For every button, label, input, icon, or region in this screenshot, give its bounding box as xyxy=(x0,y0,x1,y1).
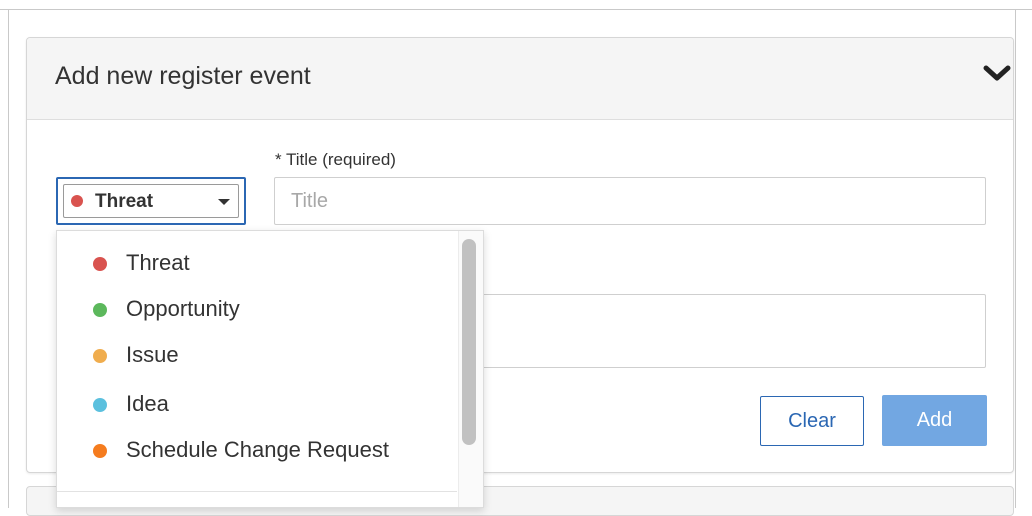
event-type-select[interactable]: Threat xyxy=(56,177,246,225)
option-label: Idea xyxy=(126,391,169,416)
option-issue[interactable]: Issue xyxy=(57,333,455,379)
orange-dot-icon xyxy=(93,444,107,458)
yellow-dot-icon xyxy=(93,349,107,363)
window-top-border xyxy=(0,9,1032,10)
blue-dot-icon xyxy=(93,398,107,412)
option-label: Schedule Change Request xyxy=(126,437,389,462)
panel-title: Add new register event xyxy=(55,62,311,90)
dropdown-scrollbar-thumb[interactable] xyxy=(462,239,476,445)
title-input[interactable] xyxy=(274,177,986,225)
event-type-selected-label: Threat xyxy=(95,191,154,212)
option-label: Threat xyxy=(126,250,190,275)
panel-header[interactable]: Add new register event xyxy=(27,38,1013,120)
option-threat[interactable]: Threat xyxy=(57,241,455,287)
clear-button[interactable]: Clear xyxy=(760,396,864,446)
red-dot-icon xyxy=(93,257,107,271)
option-idea[interactable]: Idea xyxy=(57,382,455,428)
option-opportunity[interactable]: Opportunity xyxy=(57,287,455,333)
threat-color-dot-icon xyxy=(71,195,83,207)
option-label: Issue xyxy=(126,342,179,367)
caret-down-icon xyxy=(218,199,230,205)
event-type-dropdown: Threat Opportunity Issue Idea Schedule C… xyxy=(56,230,484,508)
title-field-label: * Title (required) xyxy=(275,150,396,169)
option-schedule-change-request[interactable]: Schedule Change Request xyxy=(57,428,455,474)
window-left-border xyxy=(8,9,9,508)
option-label: Opportunity xyxy=(126,296,240,321)
chevron-down-icon[interactable] xyxy=(981,64,1013,84)
green-dot-icon xyxy=(93,303,107,317)
window-right-border xyxy=(1015,9,1016,508)
dropdown-divider xyxy=(57,491,457,492)
add-button[interactable]: Add xyxy=(882,395,987,446)
